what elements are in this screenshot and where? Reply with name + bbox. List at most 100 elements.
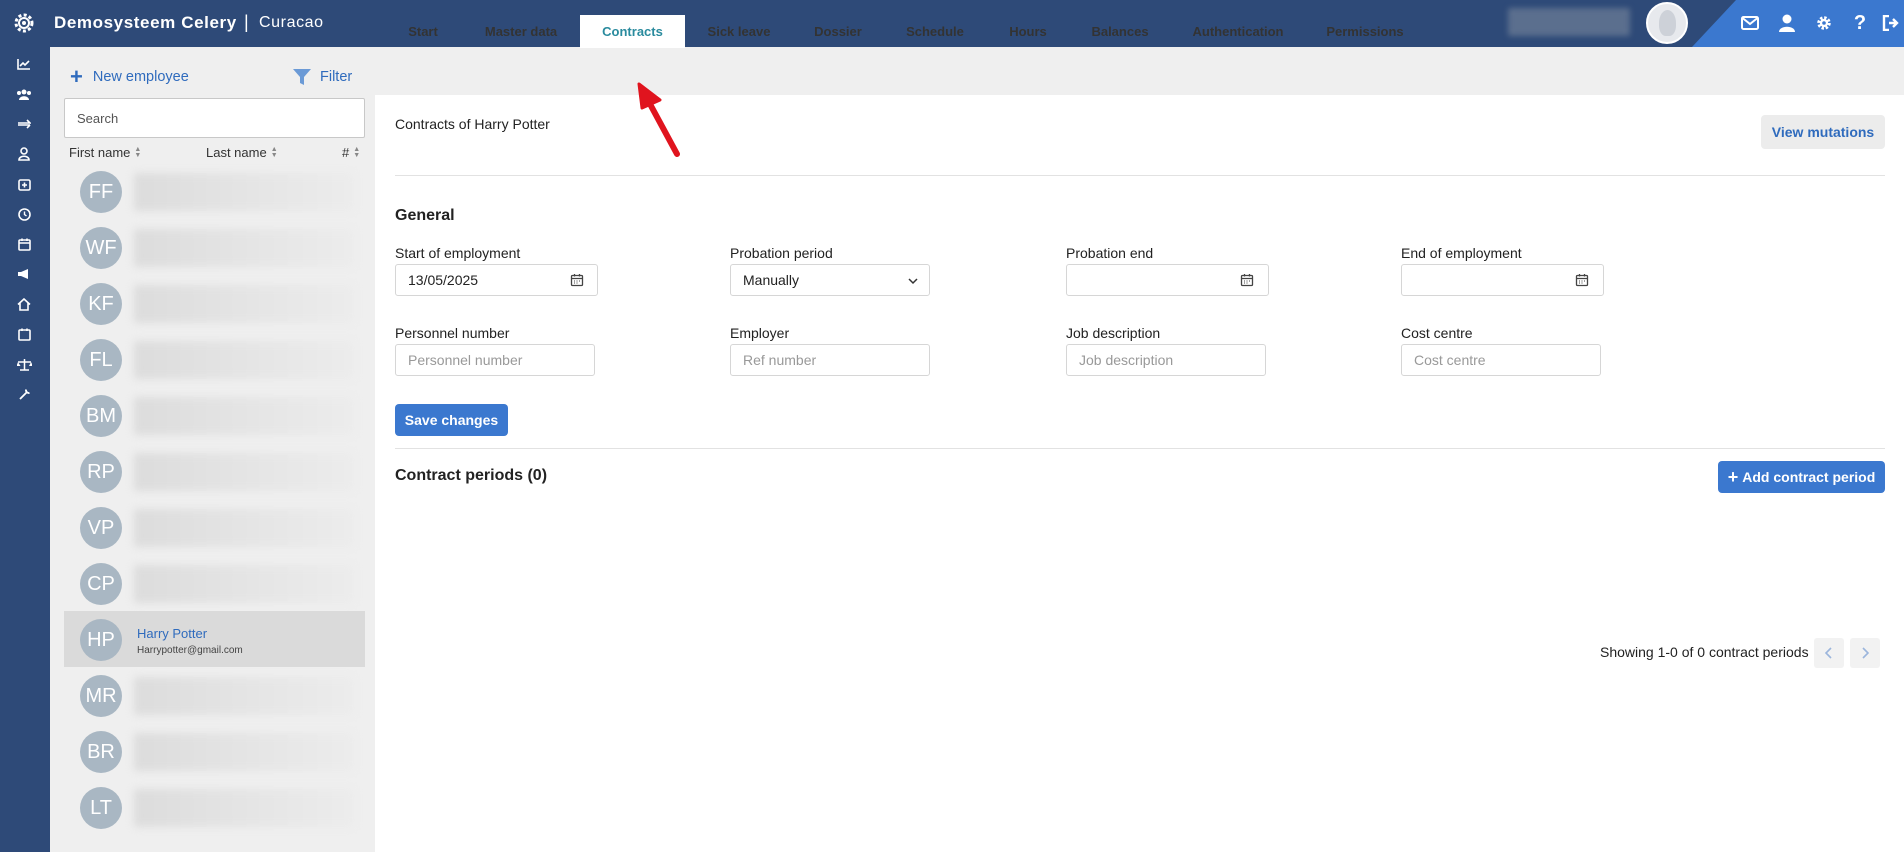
tab-authentication[interactable]: Authentication: [1187, 15, 1289, 48]
blurred-employee-info: [134, 677, 354, 715]
gear-logo-icon[interactable]: [12, 11, 36, 35]
pagination-status: Showing 1-0 of 0 contract periods: [1600, 644, 1809, 660]
chart-icon[interactable]: [14, 54, 34, 74]
brand-separator: |: [244, 12, 249, 32]
employee-email: Harrypotter@gmail.com: [137, 645, 243, 656]
avatar: WF: [80, 227, 122, 269]
help-icon[interactable]: ?: [1849, 12, 1871, 34]
job-description-input[interactable]: [1066, 344, 1266, 376]
filter-label: Filter: [320, 69, 353, 85]
tab-dossier[interactable]: Dossier: [805, 15, 871, 48]
employer-input[interactable]: [730, 344, 930, 376]
view-mutations-button[interactable]: View mutations: [1761, 115, 1885, 149]
clock-icon[interactable]: [14, 204, 34, 224]
sort-icon: ▲ ▼: [353, 145, 361, 159]
employee-row[interactable]: BM: [64, 387, 365, 443]
blurred-employee-info: [134, 173, 354, 211]
employees-icon[interactable]: [14, 84, 34, 104]
cost-centre-label: Cost centre: [1401, 325, 1473, 341]
avatar: RP: [80, 451, 122, 493]
next-page-button[interactable]: [1850, 638, 1880, 668]
calendar-icon[interactable]: [1575, 273, 1589, 287]
employee-row[interactable]: KF: [64, 275, 365, 331]
tab-hours[interactable]: Hours: [1000, 15, 1056, 48]
main-nav-sidebar: [0, 47, 50, 852]
divider: [395, 175, 1885, 176]
chevron-left-icon: [1824, 647, 1832, 659]
plane-icon[interactable]: [14, 114, 34, 134]
add-contract-period-button[interactable]: + Add contract period: [1718, 461, 1885, 493]
settings-icon[interactable]: [1813, 12, 1835, 34]
personnel-number-input[interactable]: [395, 344, 595, 376]
employee-row[interactable]: WF: [64, 219, 365, 275]
scale-icon[interactable]: [14, 354, 34, 374]
calendar-icon[interactable]: [570, 273, 584, 287]
plus-icon: +: [70, 64, 83, 89]
employee-row[interactable]: VP: [64, 499, 365, 555]
filter-icon: [293, 69, 311, 85]
save-changes-button[interactable]: Save changes: [395, 404, 508, 436]
annotation-arrow-icon: [637, 82, 680, 157]
mail-icon[interactable]: [1739, 12, 1761, 34]
probation-end-label: Probation end: [1066, 245, 1154, 261]
personnel-number-label: Personnel number: [395, 325, 510, 341]
probation-end-input[interactable]: [1066, 264, 1269, 296]
blurred-employee-info: [134, 789, 354, 827]
end-of-employment-input[interactable]: [1401, 264, 1604, 296]
tools-icon[interactable]: [14, 384, 34, 404]
plus-icon: +: [1727, 467, 1739, 487]
column-number[interactable]: # ▲ ▼: [342, 145, 360, 160]
tab-master-data[interactable]: Master data: [474, 15, 568, 48]
calendar-nav-icon[interactable]: [14, 234, 34, 254]
employee-row[interactable]: RP: [64, 443, 365, 499]
medical-icon[interactable]: [14, 174, 34, 194]
employee-row-selected[interactable]: HP Harry Potter Harrypotter@gmail.com: [64, 611, 365, 667]
probation-period-select[interactable]: Manually: [730, 264, 930, 296]
tab-sick-leave[interactable]: Sick leave: [700, 15, 778, 48]
page-title: Contracts of Harry Potter: [395, 116, 550, 132]
tab-permissions[interactable]: Permissions: [1320, 15, 1410, 48]
blurred-employee-info: [134, 733, 354, 771]
megaphone-icon[interactable]: [14, 264, 34, 284]
avatar: MR: [80, 675, 122, 717]
company-name: Curacao: [259, 14, 324, 31]
employer-label: Employer: [730, 325, 790, 341]
avatar: LT: [80, 787, 122, 829]
general-section-title: General: [395, 207, 455, 224]
employee-row[interactable]: MR: [64, 667, 365, 723]
person-badge-icon[interactable]: [14, 144, 34, 164]
employee-row[interactable]: FL: [64, 331, 365, 387]
prev-page-button[interactable]: [1814, 638, 1844, 668]
avatar: BR: [80, 731, 122, 773]
start-of-employment-input[interactable]: [395, 264, 598, 296]
tab-contracts[interactable]: Contracts: [580, 15, 685, 48]
filter-button[interactable]: Filter: [292, 66, 352, 88]
tab-schedule[interactable]: Schedule: [898, 15, 972, 48]
home-icon[interactable]: [14, 294, 34, 314]
search-input[interactable]: [64, 98, 365, 138]
avatar: HP: [80, 619, 122, 661]
avatar: VP: [80, 507, 122, 549]
avatar: BM: [80, 395, 122, 437]
employee-row[interactable]: CP: [64, 555, 365, 611]
logout-icon[interactable]: [1880, 12, 1902, 34]
user-icon[interactable]: [1776, 12, 1798, 34]
new-employee-button[interactable]: + New employee: [70, 64, 189, 89]
tab-start[interactable]: Start: [395, 15, 451, 48]
job-description-label: Job description: [1066, 325, 1161, 341]
contract-periods-title: Contract periods (0): [395, 467, 548, 484]
employee-name[interactable]: Harry Potter: [137, 626, 207, 641]
employee-row[interactable]: LT: [64, 779, 365, 835]
column-last-name[interactable]: Last name ▲ ▼: [206, 145, 278, 160]
employee-row[interactable]: BR: [64, 723, 365, 779]
user-avatar[interactable]: [1646, 2, 1688, 44]
employee-row[interactable]: FF: [64, 163, 365, 219]
new-employee-label: New employee: [92, 69, 189, 85]
column-first-name[interactable]: First name ▲ ▼: [69, 145, 141, 160]
blurred-employee-info: [134, 397, 354, 435]
calendar-icon[interactable]: [1240, 273, 1254, 287]
add-contract-period-label: Add contract period: [1742, 469, 1876, 485]
cost-centre-input[interactable]: [1401, 344, 1601, 376]
calendar-small-icon[interactable]: [14, 324, 34, 344]
tab-balances[interactable]: Balances: [1085, 15, 1155, 48]
